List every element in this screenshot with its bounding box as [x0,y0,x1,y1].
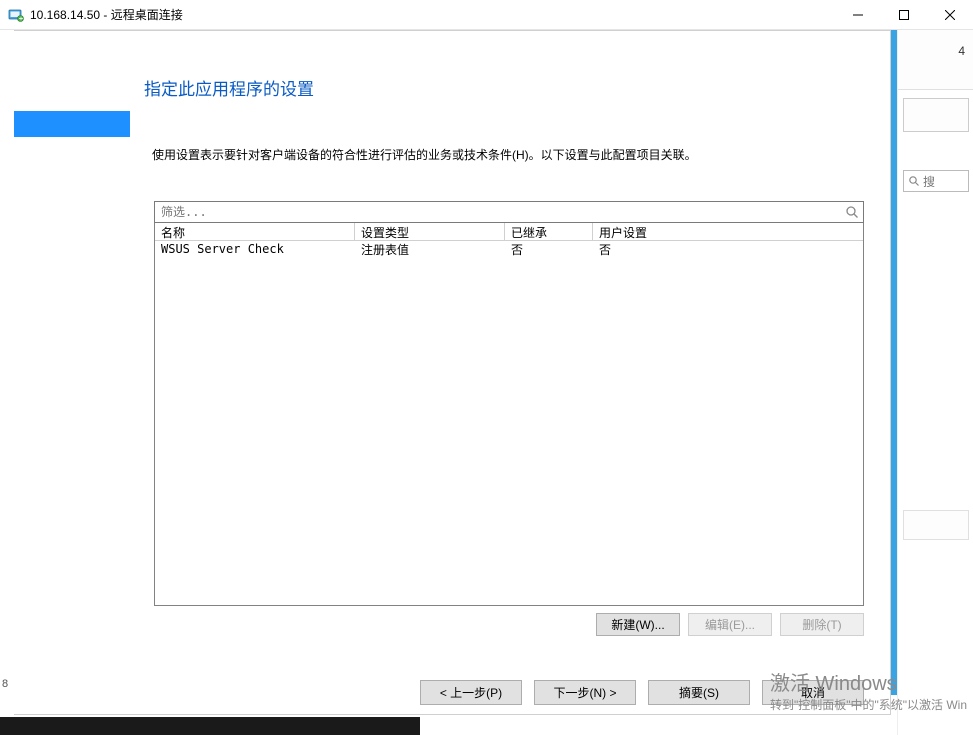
filter-input[interactable] [155,205,841,219]
minimize-button[interactable] [835,0,881,30]
page-description: 使用设置表示要针对客户端设备的符合性进行评估的业务或技术条件(H)。以下设置与此… [152,146,697,163]
filter-row [154,201,864,223]
delete-button: 删除(T) [780,613,864,636]
col-name[interactable]: 名称 [155,223,355,240]
window-title: 10.168.14.50 - 远程桌面连接 [30,6,183,23]
right-panel-box [903,98,969,132]
wizard-actions: < 上一步(P) 下一步(N) > 摘要(S) 取消 [420,674,864,714]
search-icon [908,175,920,187]
table-header: 名称 设置类型 已继承 用户设置 [155,223,863,241]
wizard-dialog: 指定此应用程序的设置 使用设置表示要针对客户端设备的符合性进行评估的业务或技术条… [14,30,891,715]
right-panel-search-text: 搜 [923,173,935,190]
blue-stripe [891,30,897,695]
prev-button[interactable]: < 上一步(P) [420,680,522,705]
cell-type: 注册表值 [355,241,505,258]
settings-table: 名称 设置类型 已继承 用户设置 WSUS Server Check 注册表值 … [154,223,864,606]
titlebar: 10.168.14.50 - 远程桌面连接 [0,0,973,30]
edit-button: 编辑(E)... [688,613,772,636]
new-button[interactable]: 新建(W)... [596,613,680,636]
maximize-button[interactable] [881,0,927,30]
cancel-button[interactable]: 取消 [762,680,864,705]
page-title: 指定此应用程序的设置 [144,75,314,100]
right-panel-label: 4 [958,44,965,58]
left-edge-text: 8 [0,670,14,698]
right-panel-search[interactable]: 搜 [903,170,969,192]
taskbar-fragment [0,717,420,735]
close-button[interactable] [927,0,973,30]
cell-user-setting: 否 [593,241,863,258]
workspace: 4 搜 指定此应用程序的设置 使用设置表示要针对客户端设备的符合性进行评估的业务… [14,30,973,735]
next-button[interactable]: 下一步(N) > [534,680,636,705]
rdp-icon [8,7,24,23]
left-edge-fragments: 8 [0,30,14,735]
window-controls [835,0,973,30]
right-panel-box-2 [903,510,969,540]
right-panel-header [898,30,973,90]
wizard-step-active[interactable] [14,111,130,137]
cell-name: WSUS Server Check [155,242,355,256]
table-actions: 新建(W)... 编辑(E)... 删除(T) [596,613,864,636]
col-user-setting[interactable]: 用户设置 [593,223,863,240]
col-type[interactable]: 设置类型 [355,223,505,240]
filter-search-button[interactable] [841,202,863,222]
col-inherited[interactable]: 已继承 [505,223,593,240]
cell-inherited: 否 [505,241,593,258]
right-panel: 4 搜 [897,30,973,735]
summary-button[interactable]: 摘要(S) [648,680,750,705]
table-row[interactable]: WSUS Server Check 注册表值 否 否 [155,241,863,257]
